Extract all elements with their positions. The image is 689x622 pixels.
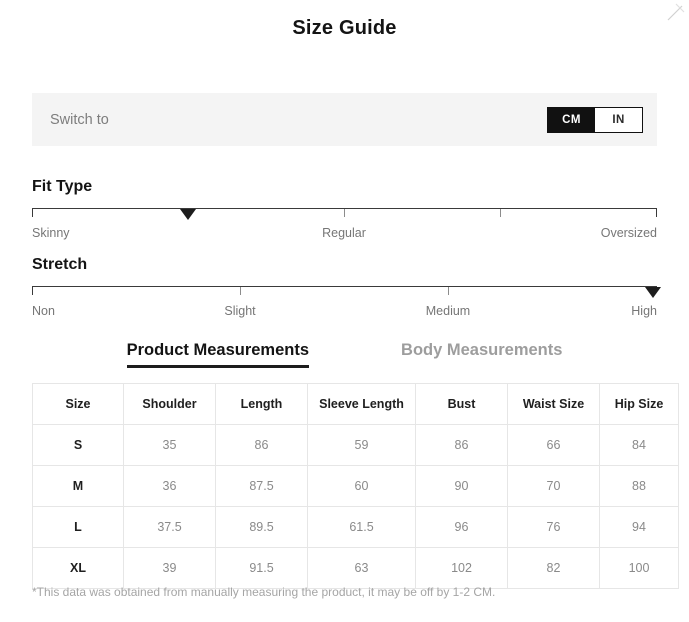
stretch-label-medium: Medium [426,304,470,318]
stretch-heading: Stretch [32,256,657,274]
cell-bust: 96 [416,507,508,548]
stretch-labels: Non Slight Medium High [32,304,657,322]
fit-type-labels: Skinny Regular Oversized [32,226,657,244]
cell-length: 91.5 [216,548,308,589]
cell-shoulder: 37.5 [124,507,216,548]
fit-type-label-regular: Regular [322,226,366,240]
unit-toggle[interactable]: CM IN [547,107,643,133]
column-header-length: Length [216,384,308,425]
column-header-shoulder: Shoulder [124,384,216,425]
triangle-down-marker-icon [645,287,661,298]
cell-size: L [33,507,124,548]
cell-sleeve-length: 59 [308,425,416,466]
stretch-scale: Stretch Non Slight Medium High [32,256,657,322]
column-header-waist-size: Waist Size [508,384,600,425]
fit-type-label-skinny: Skinny [32,226,70,240]
fit-type-tick-3 [656,209,657,217]
cell-shoulder: 35 [124,425,216,466]
fit-type-track[interactable] [32,208,657,219]
column-header-bust: Bust [416,384,508,425]
cell-size: XL [33,548,124,589]
cell-shoulder: 36 [124,466,216,507]
stretch-label-non: Non [32,304,55,318]
cell-bust: 102 [416,548,508,589]
measurement-tabs: Product Measurements Body Measurements [32,341,657,368]
cell-sleeve-length: 63 [308,548,416,589]
cell-hip-size: 100 [600,548,679,589]
unit-option-in[interactable]: IN [595,108,642,132]
column-header-size: Size [33,384,124,425]
cell-length: 86 [216,425,308,466]
table-header-row: Size Shoulder Length Sleeve Length Bust … [33,384,679,425]
tab-body-measurements[interactable]: Body Measurements [401,341,562,368]
unit-switch-bar: Switch to CM IN [32,93,657,146]
measurement-footnote: *This data was obtained from manually me… [32,585,657,599]
cell-waist-size: 82 [508,548,600,589]
fit-type-label-oversized: Oversized [601,226,657,240]
column-header-hip-size: Hip Size [600,384,679,425]
cell-shoulder: 39 [124,548,216,589]
tab-product-measurements[interactable]: Product Measurements [127,341,309,368]
column-header-sleeve-length: Sleeve Length [308,384,416,425]
triangle-down-marker-icon [180,209,196,220]
cell-bust: 90 [416,466,508,507]
stretch-tick-1 [240,287,241,295]
size-table-wrap: Size Shoulder Length Sleeve Length Bust … [32,383,657,589]
fit-type-tick-2 [500,209,501,217]
switch-to-label: Switch to [50,112,109,128]
fit-type-tick-0 [32,209,33,217]
cell-length: 87.5 [216,466,308,507]
page-title: Size Guide [0,17,689,40]
stretch-label-slight: Slight [224,304,255,318]
stretch-tick-0 [32,287,33,295]
cell-waist-size: 66 [508,425,600,466]
stretch-tick-2 [448,287,449,295]
table-row: M 36 87.5 60 90 70 88 [33,466,679,507]
stretch-label-high: High [631,304,657,318]
table-row: L 37.5 89.5 61.5 96 76 94 [33,507,679,548]
fit-type-scale: Fit Type Skinny Regular Oversized [32,178,657,244]
size-guide-page: Size Guide Switch to CM IN Fit Type Skin… [0,0,689,622]
unit-option-cm[interactable]: CM [548,108,595,132]
cell-hip-size: 88 [600,466,679,507]
cell-length: 89.5 [216,507,308,548]
stretch-track[interactable] [32,286,657,297]
cell-bust: 86 [416,425,508,466]
table-row: S 35 86 59 86 66 84 [33,425,679,466]
cell-sleeve-length: 61.5 [308,507,416,548]
cell-hip-size: 84 [600,425,679,466]
cell-hip-size: 94 [600,507,679,548]
cell-size: M [33,466,124,507]
cell-waist-size: 76 [508,507,600,548]
cell-size: S [33,425,124,466]
fit-type-tick-1 [344,209,345,217]
cell-sleeve-length: 60 [308,466,416,507]
cell-waist-size: 70 [508,466,600,507]
size-table: Size Shoulder Length Sleeve Length Bust … [32,383,679,589]
fit-type-heading: Fit Type [32,178,657,196]
table-row: XL 39 91.5 63 102 82 100 [33,548,679,589]
